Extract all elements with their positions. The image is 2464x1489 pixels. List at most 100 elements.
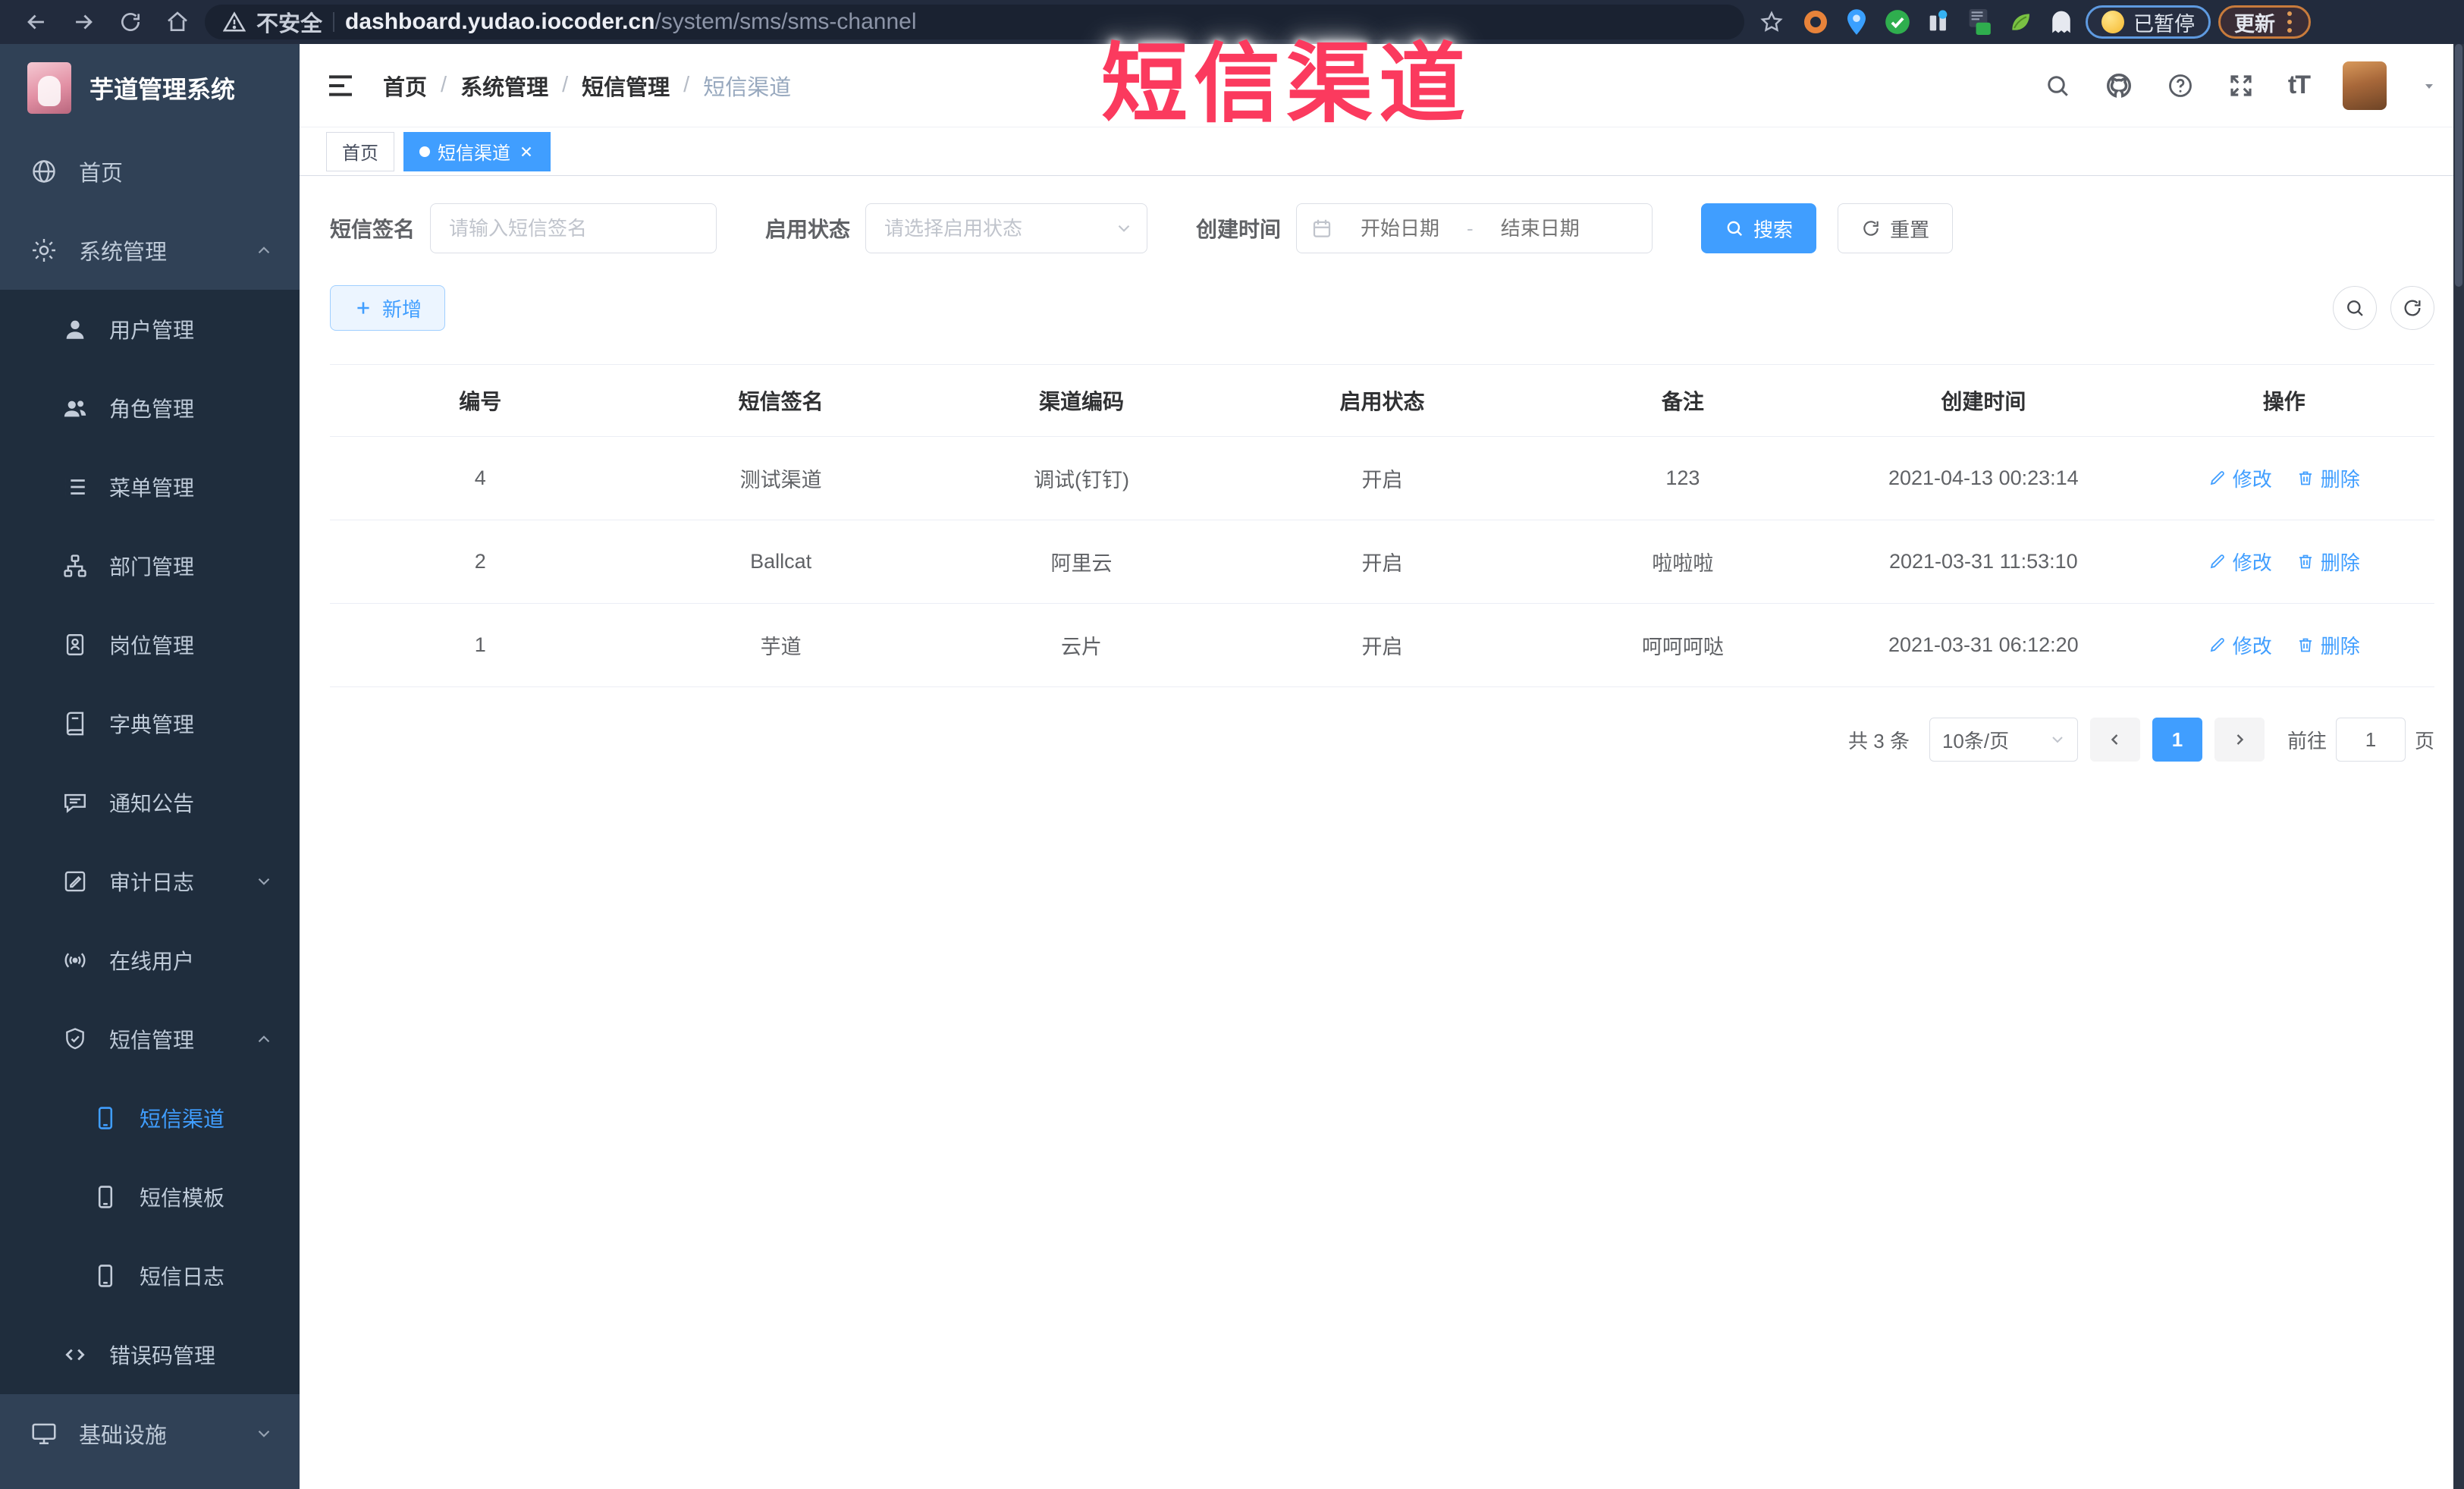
page-number-current[interactable]: 1 [2152, 718, 2202, 762]
help-icon[interactable] [2167, 72, 2194, 99]
extension-orange-ring[interactable] [1799, 5, 1832, 39]
fullscreen-icon[interactable] [2227, 72, 2255, 99]
sidebar-item-dict-management[interactable]: 字典管理 [0, 684, 300, 763]
breadcrumb-item[interactable]: 短信管理 [582, 70, 670, 102]
browser-scrollbar[interactable] [2453, 44, 2464, 1489]
toolbar-right [2333, 286, 2434, 330]
reset-button[interactable]: 重置 [1838, 203, 1954, 253]
sidebar-item-menu-management[interactable]: 菜单管理 [0, 448, 300, 526]
orange-ring-icon [1804, 11, 1827, 33]
refresh-table-button[interactable] [2390, 286, 2434, 330]
page-size-select[interactable]: 10条/页 [1929, 718, 2078, 762]
search-button[interactable]: 搜索 [1701, 203, 1817, 253]
green-check-icon [1885, 10, 1910, 34]
col-header-actions: 操作 [2133, 364, 2434, 437]
sidebar-item-sms-management[interactable]: 短信管理 [0, 1000, 300, 1079]
refresh-icon [2404, 300, 2421, 316]
bookmark-star-button[interactable] [1752, 5, 1791, 39]
address-bar[interactable]: 不安全 dashboard.yudao.iocoder.cn/system/sm… [205, 5, 1744, 39]
sidebar-item-sms-log[interactable]: 短信日志 [0, 1236, 300, 1315]
next-page-button[interactable] [2214, 718, 2265, 762]
extension-leaf[interactable] [2004, 5, 2037, 39]
add-button[interactable]: 新增 [330, 285, 446, 331]
browser-home-button[interactable] [158, 5, 197, 39]
extension-ghost[interactable] [2045, 5, 2078, 39]
main-area: 首页 / 系统管理 / 短信管理 / 短信渠道 tT 首页 短信渠道 短信签名 … [300, 44, 2464, 1489]
breadcrumb-item[interactable]: 系统管理 [460, 70, 548, 102]
status-select[interactable] [865, 203, 1148, 253]
hamburger-icon[interactable] [325, 71, 356, 101]
sidebar-item-role-management[interactable]: 角色管理 [0, 369, 300, 448]
sidebar-item-notice-announcement[interactable]: 通知公告 [0, 763, 300, 842]
close-icon[interactable] [518, 143, 535, 160]
delete-link[interactable]: 删除 [2296, 548, 2360, 576]
sidebar-item-label: 部门管理 [109, 555, 195, 579]
sidebar-item-sms-template[interactable]: 短信模板 [0, 1158, 300, 1236]
page-size-value: 10条/页 [1941, 729, 2010, 752]
extension-columns[interactable] [1922, 5, 1955, 39]
sidebar-item-label: 角色管理 [109, 397, 195, 421]
sidebar-item-home[interactable]: 首页 [0, 132, 300, 211]
sidebar-item-label: 错误码管理 [109, 1344, 216, 1368]
sidebar-item-infrastructure[interactable]: 基础设施 [0, 1394, 300, 1473]
edit-link[interactable]: 修改 [2208, 464, 2272, 492]
breadcrumb: 首页 / 系统管理 / 短信管理 / 短信渠道 [383, 70, 791, 102]
search-icon[interactable] [2044, 72, 2071, 99]
tab-sms-channel[interactable]: 短信渠道 [403, 131, 551, 171]
sidebar-item-system-management[interactable]: 系统管理 [0, 211, 300, 290]
sidebar-item-error-code-management[interactable]: 错误码管理 [0, 1315, 300, 1394]
end-date-input[interactable] [1479, 206, 1601, 251]
sidebar-item-user-management[interactable]: 用户管理 [0, 290, 300, 369]
reload-icon [121, 13, 140, 31]
sidebar-item-post-management[interactable]: 岗位管理 [0, 605, 300, 684]
sidebar-item-department-management[interactable]: 部门管理 [0, 526, 300, 605]
extension-dark-badge[interactable] [1963, 5, 1996, 39]
extension-green-check[interactable] [1881, 5, 1914, 39]
tab-home[interactable]: 首页 [326, 131, 394, 171]
delete-link[interactable]: 删除 [2296, 631, 2360, 659]
start-date-input[interactable] [1339, 206, 1461, 251]
prev-page-button[interactable] [2089, 718, 2140, 762]
edit-link[interactable]: 修改 [2208, 631, 2272, 659]
breadcrumb-item[interactable]: 首页 [383, 70, 427, 102]
shield-check-icon [66, 1028, 84, 1050]
edit-label: 修改 [2232, 634, 2272, 658]
user-avatar[interactable] [2343, 61, 2387, 110]
back-arrow-icon [27, 14, 44, 30]
breadcrumb-item-current: 短信渠道 [703, 75, 792, 100]
page-url: dashboard.yudao.iocoder.cn/system/sms/sm… [345, 9, 917, 35]
toggle-search-button[interactable] [2333, 286, 2377, 330]
navbar-actions: tT [2044, 61, 2438, 110]
edit-label: 修改 [2232, 467, 2272, 491]
sidebar-item-online-users[interactable]: 在线用户 [0, 921, 300, 1000]
browser-update-menu-button[interactable]: 更新 [2218, 5, 2311, 39]
pencil-icon [2210, 638, 2224, 652]
watermark-text: 短信渠道 [1101, 36, 1472, 133]
sign-input[interactable] [430, 203, 717, 253]
delete-label: 删除 [2320, 551, 2360, 574]
github-icon[interactable] [2105, 71, 2133, 100]
extension-location-pin[interactable] [1840, 5, 1873, 39]
url-domain: dashboard.yudao.iocoder.cn [345, 9, 655, 34]
cell-code: 云片 [931, 603, 1232, 687]
chevron-up-icon [258, 247, 270, 254]
browser-reload-button[interactable] [111, 5, 150, 39]
browser-forward-button[interactable] [64, 5, 103, 39]
scrollbar-thumb[interactable] [2455, 44, 2462, 287]
caret-down-icon[interactable] [2420, 77, 2438, 95]
phone-icon [98, 1186, 113, 1208]
date-range-picker[interactable]: - [1296, 203, 1653, 253]
browser-back-button[interactable] [17, 5, 56, 39]
paused-extension-badge[interactable]: 已暂停 [2086, 5, 2211, 39]
delete-link[interactable]: 删除 [2296, 464, 2360, 492]
sidebar-item-audit-log[interactable]: 审计日志 [0, 842, 300, 921]
edit-link[interactable]: 修改 [2208, 548, 2272, 576]
app-logo[interactable]: 芋道管理系统 [0, 44, 300, 132]
update-label: 更新 [2234, 12, 2275, 36]
sidebar-item-sms-channel[interactable]: 短信渠道 [0, 1079, 300, 1158]
calendar-icon [1313, 219, 1331, 237]
font-size-icon[interactable]: tT [2288, 71, 2311, 100]
status-select-input[interactable] [865, 203, 1148, 253]
goto-page-input[interactable] [2335, 718, 2406, 762]
sidebar-item-label: 首页 [79, 162, 124, 186]
